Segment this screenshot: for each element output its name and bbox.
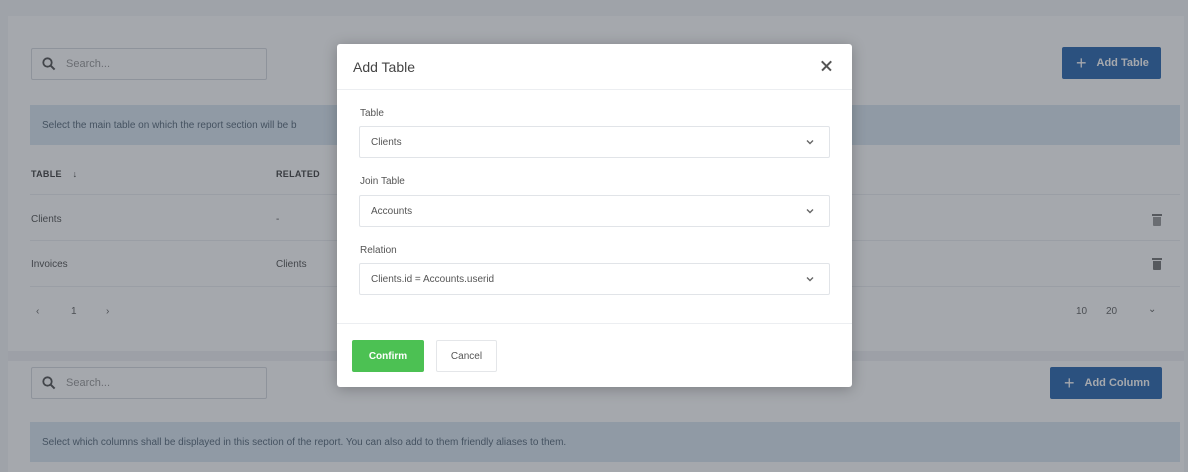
table-field-label: Table <box>360 108 384 119</box>
join-table-field-label: Join Table <box>360 176 405 187</box>
confirm-button[interactable]: Confirm <box>352 340 424 372</box>
join-table-select-value: Accounts <box>371 205 413 217</box>
divider <box>337 323 852 324</box>
cancel-button[interactable]: Cancel <box>436 340 497 372</box>
modal-title: Add Table <box>353 59 416 75</box>
chevron-down-icon <box>806 140 814 145</box>
table-select-value: Clients <box>371 136 402 148</box>
relation-select-value: Clients.id = Accounts.userid <box>371 273 495 285</box>
table-select[interactable]: Clients <box>359 126 830 158</box>
relation-select[interactable]: Clients.id = Accounts.userid <box>359 263 830 295</box>
chevron-down-icon <box>806 277 814 282</box>
chevron-down-icon <box>806 209 814 214</box>
join-table-select[interactable]: Accounts <box>359 195 830 227</box>
add-table-modal: Add Table Table Clients Join Table Accou… <box>337 44 852 387</box>
divider <box>337 89 852 90</box>
close-icon[interactable] <box>819 58 835 74</box>
relation-field-label: Relation <box>360 245 397 256</box>
